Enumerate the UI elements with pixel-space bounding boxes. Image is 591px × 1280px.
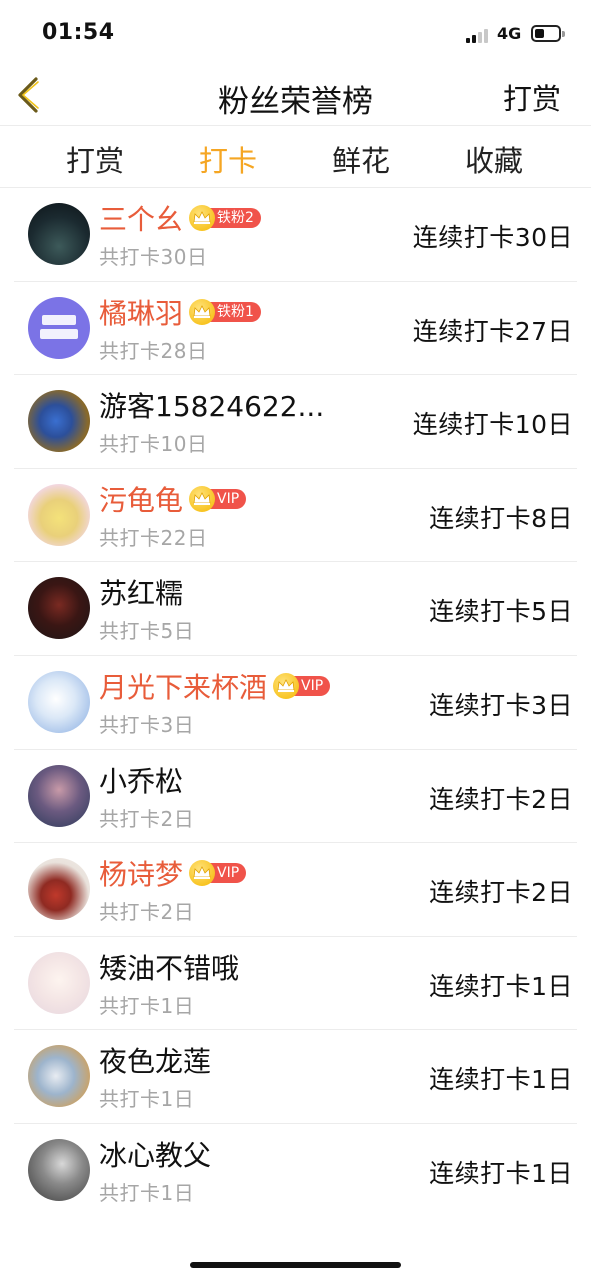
tab-bar: 打赏 打卡 鲜花 收藏: [0, 126, 591, 188]
total-checkins: 共打卡1日: [99, 1180, 195, 1205]
fan-badge: 铁粉2: [189, 205, 261, 231]
list-item[interactable]: 污龟龟 VIP 共打卡22日 连续打卡8日: [14, 469, 577, 563]
name-row: 游客15824622...: [99, 386, 324, 424]
user-name: 矮油不错哦: [99, 951, 240, 985]
name-row: 三个幺 铁粉2: [99, 199, 261, 237]
signal-icon: [466, 27, 492, 43]
network-type: 4G: [497, 24, 522, 43]
battery-icon: [531, 25, 561, 42]
user-name: 杨诗梦: [99, 858, 184, 892]
checkin-streak: 连续打卡1日: [429, 1065, 573, 1095]
battery-tip: [562, 31, 565, 37]
user-name: 夜色龙莲: [99, 1045, 212, 1079]
name-row: 橘琳羽 铁粉1: [99, 293, 261, 331]
tab-flowers[interactable]: 鲜花: [306, 138, 416, 180]
list-item[interactable]: 三个幺 铁粉2 共打卡30日 连续打卡30日: [14, 188, 577, 282]
user-name: 橘琳羽: [99, 296, 184, 330]
checkin-streak: 连续打卡30日: [412, 223, 573, 252]
total-checkins: 共打卡1日: [99, 1087, 195, 1112]
total-checkins: 共打卡22日: [99, 525, 208, 550]
avatar[interactable]: [28, 483, 90, 546]
status-time: 01:54: [42, 20, 115, 45]
fan-badge: 铁粉1: [189, 298, 261, 325]
avatar[interactable]: [28, 764, 90, 827]
user-name: 小乔松: [99, 764, 184, 798]
checkin-streak: 连续打卡8日: [429, 503, 573, 533]
avatar[interactable]: [28, 951, 90, 1014]
checkin-streak: 连续打卡27日: [412, 316, 573, 346]
avatar[interactable]: [28, 1045, 90, 1108]
total-checkins: 共打卡10日: [99, 432, 208, 457]
name-row: 苏红糯: [99, 573, 183, 611]
total-checkins: 共打卡2日: [99, 806, 195, 831]
checkin-streak: 连续打卡1日: [429, 971, 573, 1001]
user-name: 三个幺: [99, 203, 184, 236]
avatar[interactable]: [28, 203, 90, 265]
avatar[interactable]: [28, 577, 90, 640]
name-row: 冰心教父: [99, 1135, 211, 1173]
name-row: 矮油不错哦: [99, 948, 239, 986]
list-item[interactable]: 月光下来杯酒 VIP 共打卡3日 连续打卡3日: [14, 656, 577, 750]
list-item[interactable]: 夜色龙莲共打卡1日 连续打卡1日: [14, 1030, 577, 1124]
tab-checkin[interactable]: 打卡: [173, 138, 283, 180]
crown-icon: [189, 205, 216, 231]
list-item[interactable]: 橘琳羽 铁粉1 共打卡28日 连续打卡27日: [14, 282, 577, 376]
fan-badge: VIP: [189, 485, 247, 512]
list-item[interactable]: 苏红糯共打卡5日 连续打卡5日: [14, 562, 577, 656]
checkin-streak: 连续打卡10日: [412, 410, 573, 440]
list-item[interactable]: 杨诗梦 VIP 共打卡2日 连续打卡2日: [14, 843, 577, 937]
crown-icon: [273, 672, 300, 699]
user-name: 苏红糯: [99, 577, 184, 611]
list-item[interactable]: 矮油不错哦共打卡1日 连续打卡1日: [14, 937, 577, 1031]
name-row: 杨诗梦 VIP: [99, 854, 247, 892]
avatar[interactable]: [28, 858, 90, 921]
total-checkins: 共打卡1日: [99, 993, 195, 1018]
user-name: 月光下来杯酒: [99, 670, 268, 704]
avatar[interactable]: [28, 390, 90, 453]
home-indicator: [190, 1262, 401, 1268]
nav-bar: 粉丝荣誉榜 打赏: [0, 66, 591, 126]
list-item[interactable]: 冰心教父共打卡1日 连续打卡1日: [14, 1124, 577, 1218]
name-row: 污龟龟 VIP: [99, 480, 247, 518]
avatar[interactable]: [28, 1138, 90, 1201]
name-row: 小乔松: [99, 761, 183, 799]
user-name: 游客15824622...: [99, 390, 325, 424]
user-name: 冰心教父: [99, 1138, 212, 1172]
avatar[interactable]: [28, 670, 90, 733]
total-checkins: 共打卡28日: [99, 338, 208, 363]
name-row: 月光下来杯酒 VIP: [99, 667, 331, 705]
checkin-streak: 连续打卡3日: [429, 690, 573, 720]
checkin-streak: 连续打卡1日: [429, 1158, 573, 1188]
fan-badge: VIP: [273, 672, 331, 699]
total-checkins: 共打卡2日: [99, 900, 195, 925]
tab-favorites[interactable]: 收藏: [439, 138, 549, 180]
name-row: 夜色龙莲: [99, 1041, 211, 1079]
checkin-streak: 连续打卡2日: [429, 784, 573, 814]
crown-icon: [189, 298, 216, 325]
status-bar: 01:54 4G: [0, 0, 591, 66]
reward-button[interactable]: 打赏: [503, 76, 561, 118]
checkin-streak: 连续打卡2日: [429, 878, 573, 908]
total-checkins: 共打卡3日: [99, 712, 195, 737]
checkin-streak: 连续打卡5日: [429, 597, 573, 627]
fan-badge: VIP: [189, 860, 247, 887]
crown-icon: [189, 485, 216, 512]
ranking-list: 三个幺 铁粉2 共打卡30日 连续打卡30日橘琳羽 铁粉1 共打卡28日 连续打卡27日游客…: [0, 188, 591, 1218]
avatar[interactable]: [28, 296, 90, 359]
crown-icon: [189, 860, 216, 887]
user-name: 污龟龟: [99, 483, 184, 517]
tab-reward[interactable]: 打赏: [40, 138, 150, 180]
list-item[interactable]: 小乔松共打卡2日 连续打卡2日: [14, 750, 577, 844]
list-item[interactable]: 游客15824622... 共打卡10日 连续打卡10日: [14, 375, 577, 469]
total-checkins: 共打卡30日: [99, 245, 208, 269]
total-checkins: 共打卡5日: [99, 619, 195, 644]
